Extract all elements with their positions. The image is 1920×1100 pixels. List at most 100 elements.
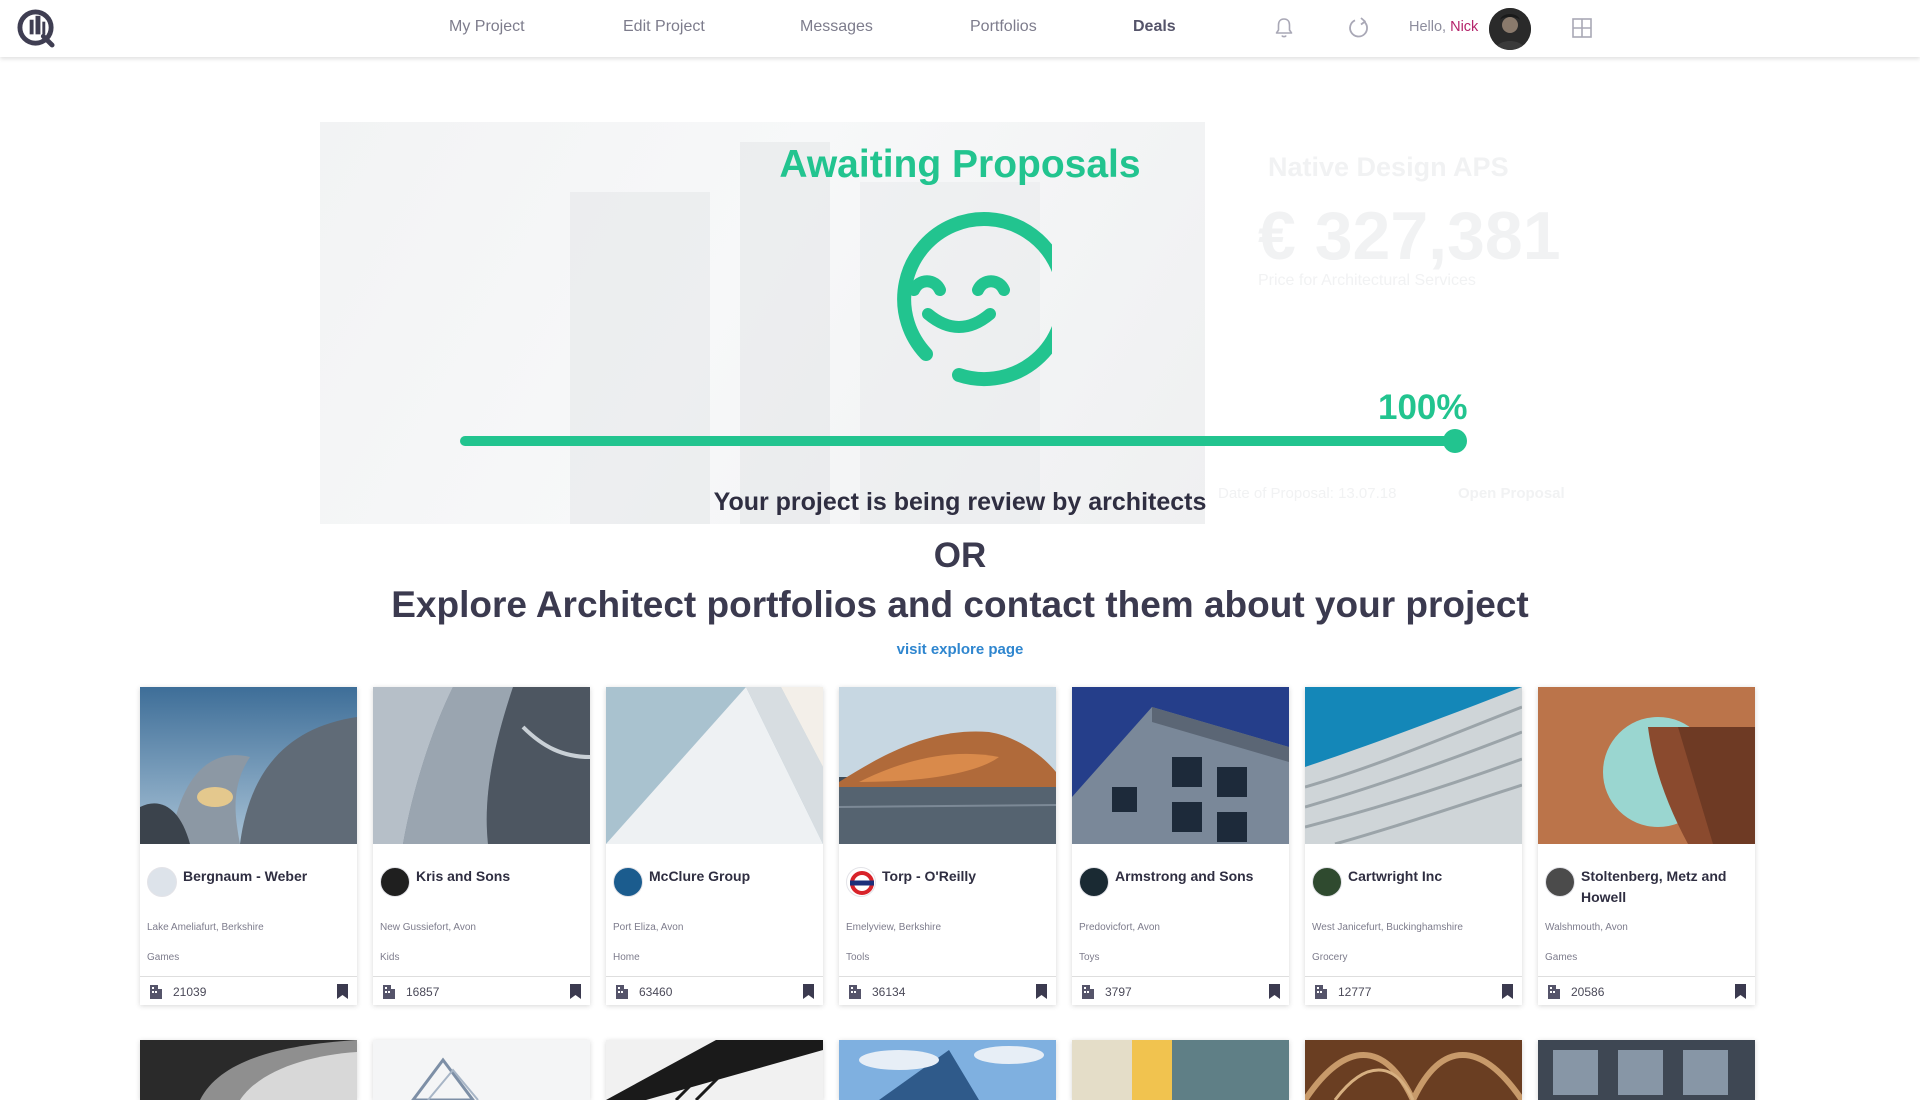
card-company-name[interactable]: Stoltenberg, Metz and Howell: [1581, 866, 1749, 908]
portfolio-card-partial[interactable]: [1072, 1040, 1289, 1100]
bookmark-icon[interactable]: [1735, 984, 1746, 999]
portfolio-card[interactable]: McClure Group Port Eliza, Avon Home 6346…: [606, 687, 823, 1005]
bookmark-icon[interactable]: [337, 984, 348, 999]
card-location: Walshmouth, Avon: [1545, 922, 1628, 933]
company-logo: [147, 867, 177, 897]
nav-my-project[interactable]: My Project: [449, 18, 525, 36]
building-icon: [849, 985, 861, 999]
card-footer: 12777: [1305, 976, 1522, 1005]
card-image: [140, 687, 357, 844]
building-icon: [1082, 985, 1094, 999]
card-location: Lake Ameliafurt, Berkshire: [147, 922, 264, 933]
progress-percent: 100%: [1378, 388, 1468, 427]
card-company-name[interactable]: McClure Group: [649, 866, 817, 887]
card-count: 20586: [1571, 985, 1605, 999]
building-icon: [616, 985, 628, 999]
ghost-price: € 327,381: [1258, 198, 1561, 274]
nav-portfolios[interactable]: Portfolios: [970, 18, 1037, 36]
portfolio-card[interactable]: Torp - O'Reilly Emelyview, Berkshire Too…: [839, 687, 1056, 1005]
card-company-name[interactable]: Bergnaum - Weber: [183, 866, 351, 887]
card-image: [1305, 687, 1522, 844]
card-category: Games: [147, 952, 180, 963]
card-company-name[interactable]: Armstrong and Sons: [1115, 866, 1283, 887]
card-count: 63460: [639, 985, 673, 999]
card-category: Games: [1545, 952, 1578, 963]
card-footer: 16857: [373, 976, 590, 1005]
company-logo: [1545, 867, 1575, 897]
portfolio-card-partial[interactable]: [839, 1040, 1056, 1100]
nav-edit-project[interactable]: Edit Project: [623, 18, 705, 36]
greeting: Hello, Nick: [1409, 19, 1478, 35]
card-footer: 21039: [140, 976, 357, 1005]
portfolio-card-partial[interactable]: [140, 1040, 357, 1100]
refresh-icon[interactable]: [1347, 16, 1371, 40]
proposal-card-ghost: Native Design APS € 327,381 Price for Ar…: [1208, 147, 1593, 524]
portfolio-card[interactable]: Bergnaum - Weber Lake Ameliafurt, Berksh…: [140, 687, 357, 1005]
bell-icon[interactable]: [1272, 16, 1296, 40]
company-logo: [613, 867, 643, 897]
card-image: [1072, 687, 1289, 844]
portfolio-card-partial[interactable]: [606, 1040, 823, 1100]
card-count: 36134: [872, 985, 906, 999]
portfolio-card[interactable]: Armstrong and Sons Predovicfort, Avon To…: [1072, 687, 1289, 1005]
avatar[interactable]: [1489, 8, 1531, 50]
portfolio-card[interactable]: Cartwright Inc West Janicefurt, Buckingh…: [1305, 687, 1522, 1005]
card-count: 16857: [406, 985, 440, 999]
page-title: Awaiting Proposals: [779, 143, 1141, 186]
bookmark-icon[interactable]: [1502, 984, 1513, 999]
card-footer: 20586: [1538, 976, 1755, 1005]
portfolio-card-partial[interactable]: [1305, 1040, 1522, 1100]
company-logo: [846, 867, 876, 897]
bookmark-icon[interactable]: [1269, 984, 1280, 999]
building-icon: [150, 985, 162, 999]
top-navbar: My Project Edit Project Messages Portfol…: [0, 0, 1920, 57]
card-category: Home: [613, 952, 640, 963]
card-location: Port Eliza, Avon: [613, 922, 684, 933]
card-category: Toys: [1079, 952, 1100, 963]
card-image: [839, 687, 1056, 844]
progress-bar: [460, 429, 1467, 453]
portfolio-card[interactable]: Stoltenberg, Metz and Howell Walshmouth,…: [1538, 687, 1755, 1005]
card-location: Emelyview, Berkshire: [846, 922, 942, 933]
card-count: 21039: [173, 985, 207, 999]
nav-deals[interactable]: Deals: [1133, 18, 1176, 36]
card-footer: 63460: [606, 976, 823, 1005]
card-count: 3797: [1105, 985, 1132, 999]
card-location: Predovicfort, Avon: [1079, 922, 1160, 933]
card-image: [373, 687, 590, 844]
or-text: OR: [933, 536, 987, 575]
smiley-icon: [897, 212, 1052, 386]
visit-explore-link[interactable]: visit explore page: [0, 641, 1920, 658]
card-image: [606, 687, 823, 844]
card-category: Kids: [380, 952, 400, 963]
grid-icon[interactable]: [1570, 16, 1594, 40]
logo-icon[interactable]: [17, 9, 56, 48]
bookmark-icon[interactable]: [570, 984, 581, 999]
card-footer: 3797: [1072, 976, 1289, 1005]
company-logo: [380, 867, 410, 897]
building-icon: [1315, 985, 1327, 999]
company-logo: [1079, 867, 1109, 897]
bookmark-icon[interactable]: [1036, 984, 1047, 999]
card-footer: 36134: [839, 976, 1056, 1005]
greeting-text: Hello,: [1409, 19, 1447, 35]
card-location: West Janicefurt, Buckinghamshire: [1312, 922, 1463, 933]
card-company-name[interactable]: Cartwright Inc: [1348, 866, 1516, 887]
portfolio-card[interactable]: Kris and Sons New Gussiefort, Avon Kids …: [373, 687, 590, 1005]
building-icon: [1548, 985, 1560, 999]
card-category: Tools: [846, 952, 870, 963]
nav-messages[interactable]: Messages: [800, 18, 873, 36]
card-company-name[interactable]: Kris and Sons: [416, 866, 584, 887]
card-category: Grocery: [1312, 952, 1348, 963]
company-logo: [1312, 867, 1342, 897]
explore-heading: Explore Architect portfolios and contact…: [391, 584, 1529, 625]
card-company-name[interactable]: Torp - O'Reilly: [882, 866, 1050, 887]
card-count: 12777: [1338, 985, 1372, 999]
card-location: New Gussiefort, Avon: [380, 922, 476, 933]
review-text: Your project is being review by architec…: [713, 488, 1207, 516]
portfolio-card-partial[interactable]: [373, 1040, 590, 1100]
ghost-price-caption: Price for Architectural Services: [1258, 272, 1476, 289]
user-name[interactable]: Nick: [1450, 19, 1478, 35]
portfolio-card-partial[interactable]: [1538, 1040, 1755, 1100]
bookmark-icon[interactable]: [803, 984, 814, 999]
